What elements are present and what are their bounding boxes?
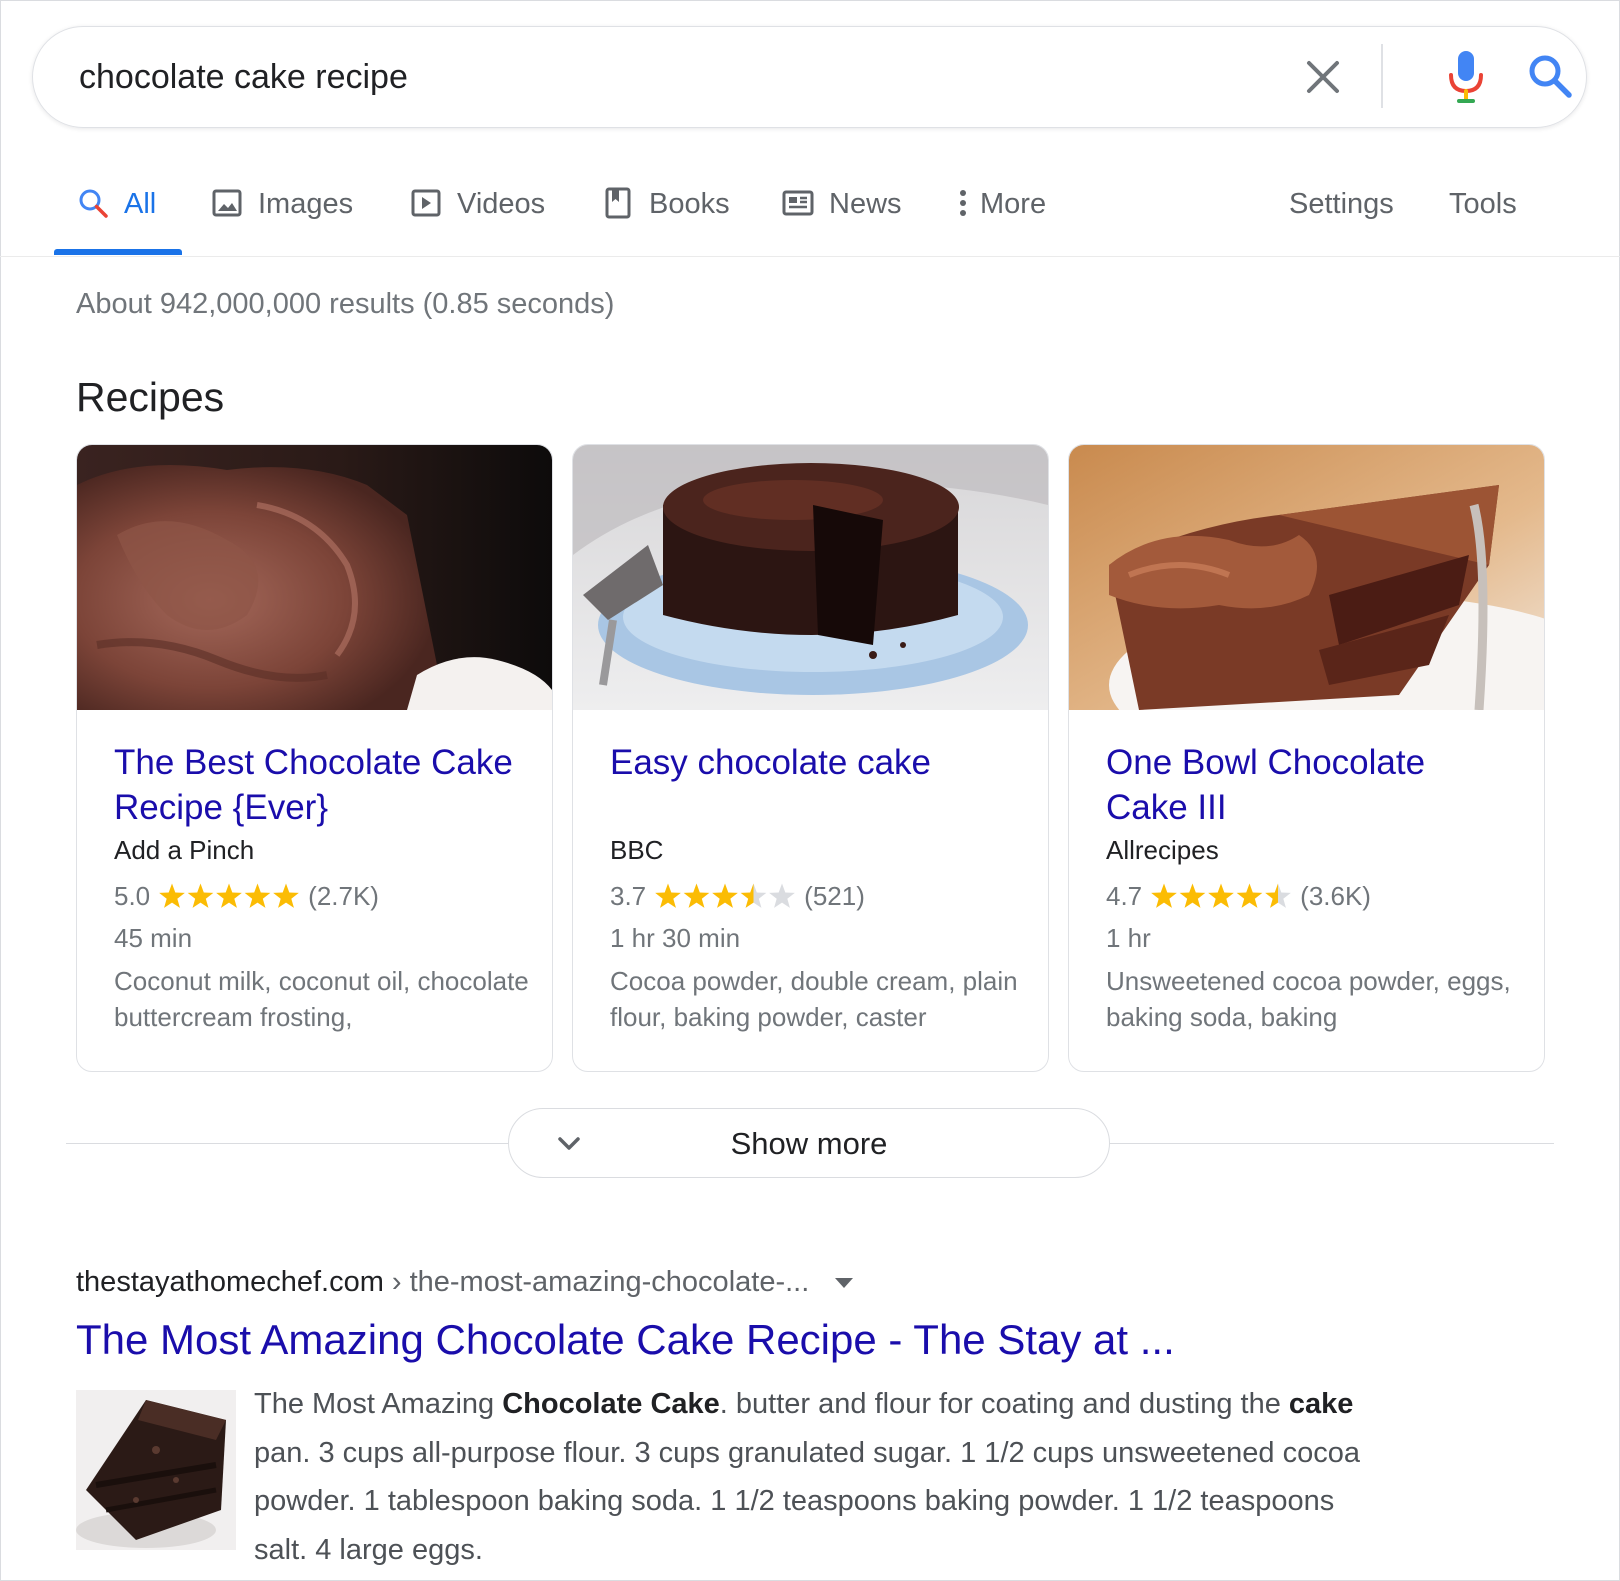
recipe-source: Add a Pinch (114, 835, 255, 865)
result-breadcrumb: thestayathomechef.com › the-most-amazing… (76, 1266, 855, 1299)
star-icon (1179, 883, 1206, 908)
show-more-label: Show more (730, 1126, 888, 1161)
star-icon (740, 883, 767, 908)
star-icon (1265, 883, 1291, 908)
recipe-title[interactable]: The Best Chocolate Cake Recipe {Ever} (114, 740, 524, 830)
dropdown-arrow-icon[interactable] (833, 1276, 855, 1290)
search-button[interactable] (1525, 51, 1575, 101)
recipe-card[interactable]: Easy chocolate cake BBC 3.7 (521) 1 hr 3… (572, 444, 1049, 1072)
tab-videos-label: Videos (457, 188, 546, 220)
active-tab-indicator (54, 249, 182, 255)
recipe-time: 1 hr (1106, 923, 1151, 953)
show-more-divider-left (66, 1143, 508, 1144)
recipe-rating: 4.7 (3.6K) (1106, 881, 1371, 912)
recipe-photo (77, 445, 552, 710)
search-icon (1529, 55, 1572, 98)
recipe-card[interactable]: One Bowl Chocolate Cake III Allrecipes 4… (1068, 444, 1545, 1072)
newspaper-icon (782, 190, 814, 216)
show-more-button[interactable]: Show more (508, 1108, 1110, 1178)
star-icon (655, 883, 681, 908)
rating-value: 3.7 (610, 881, 647, 911)
recipe-photo (573, 445, 1048, 710)
tab-news-label: News (829, 188, 902, 220)
breadcrumb-separator: › (391, 1266, 402, 1298)
recipe-source: Allrecipes (1106, 835, 1219, 865)
result-snippet: The Most Amazing Chocolate Cake. butter … (254, 1380, 1394, 1574)
recipe-rating: 3.7 (521) (610, 881, 865, 912)
star-icon (159, 883, 185, 908)
clear-search-button[interactable] (1301, 55, 1345, 99)
tab-all[interactable]: All (76, 160, 156, 256)
snippet-keyword: cake (1288, 1388, 1354, 1420)
tab-all-label: All (124, 188, 157, 220)
star-rating-icon (159, 883, 299, 908)
star-icon (1208, 883, 1234, 908)
recipe-ingredients: Cocoa powder, double cream, plain flour,… (610, 966, 1018, 1032)
star-icon (1236, 883, 1263, 908)
rating-value: 4.7 (1106, 881, 1143, 911)
tab-tools[interactable]: Tools (1449, 160, 1517, 256)
recipe-rating: 5.0 (2.7K) (114, 881, 379, 912)
star-icon (216, 883, 242, 908)
play-icon (411, 189, 441, 217)
star-icon (769, 883, 795, 908)
tab-books-label: Books (649, 188, 730, 220)
recipe-title[interactable]: Easy chocolate cake (610, 740, 1020, 785)
search-bar-divider (1381, 44, 1383, 108)
show-more-divider-right (1110, 1143, 1554, 1144)
tab-settings-label: Settings (1289, 188, 1394, 220)
result-stats: About 942,000,000 results (0.85 seconds) (76, 288, 615, 320)
tab-images-label: Images (258, 188, 354, 220)
result-title-link[interactable]: The Most Amazing Chocolate Cake Recipe -… (76, 1316, 1175, 1364)
recipe-source: BBC (610, 835, 664, 865)
search-input[interactable] (79, 53, 1219, 101)
result-domain[interactable]: thestayathomechef.com (76, 1266, 384, 1299)
snippet-text: pan. 3 cups all-purpose flour. 3 cups gr… (254, 1436, 1360, 1566)
tab-tools-label: Tools (1449, 188, 1517, 220)
tab-more[interactable]: More (956, 160, 1046, 256)
image-icon (212, 189, 242, 217)
recipe-ingredients: Unsweetened cocoa powder, eggs, baking s… (1106, 966, 1511, 1032)
recipes-heading: Recipes (76, 374, 225, 420)
book-icon (605, 187, 631, 219)
tab-more-label: More (980, 188, 1047, 220)
recipe-time: 45 min (114, 923, 193, 953)
recipe-title[interactable]: One Bowl Chocolate Cake III (1106, 740, 1516, 830)
star-icon (273, 883, 299, 908)
review-count: (521) (804, 881, 865, 911)
star-rating-icon (1151, 883, 1291, 908)
result-path: the-most-amazing-chocolate-... (409, 1266, 810, 1298)
tab-videos[interactable]: Videos (409, 160, 545, 256)
star-rating-icon (655, 883, 795, 908)
star-icon (244, 883, 271, 908)
rating-value: 5.0 (114, 881, 151, 911)
more-vert-icon (960, 190, 966, 216)
recipe-card[interactable]: The Best Chocolate Cake Recipe {Ever} Ad… (76, 444, 553, 1072)
tab-settings[interactable]: Settings (1289, 160, 1394, 256)
recipe-ingredients: Coconut milk, coconut oil, chocolate but… (114, 966, 529, 1032)
review-count: (3.6K) (1300, 881, 1371, 911)
snippet-text: The Most Amazing (254, 1388, 503, 1420)
star-icon (712, 883, 738, 908)
microphone-icon (1449, 51, 1483, 103)
star-icon (187, 883, 214, 908)
snippet-keyword: Chocolate Cake (502, 1388, 720, 1420)
star-icon (683, 883, 710, 908)
recipe-photo (1069, 445, 1544, 710)
tab-books[interactable]: Books (601, 160, 730, 256)
search-bar (32, 26, 1587, 128)
search-tabs: All Images Videos Books News More Settin… (0, 160, 1620, 256)
tabs-divider (0, 256, 1620, 257)
recipe-time: 1 hr 30 min (610, 923, 741, 953)
tab-news[interactable]: News (781, 160, 902, 256)
review-count: (2.7K) (308, 881, 379, 911)
voice-search-button[interactable] (1441, 47, 1491, 107)
close-icon (1307, 61, 1339, 93)
tab-images[interactable]: Images (210, 160, 353, 256)
search-icon (79, 189, 108, 218)
result-thumbnail (76, 1390, 236, 1550)
snippet-text: . butter and flour for coating and dusti… (719, 1388, 1289, 1420)
star-icon (1151, 883, 1177, 908)
